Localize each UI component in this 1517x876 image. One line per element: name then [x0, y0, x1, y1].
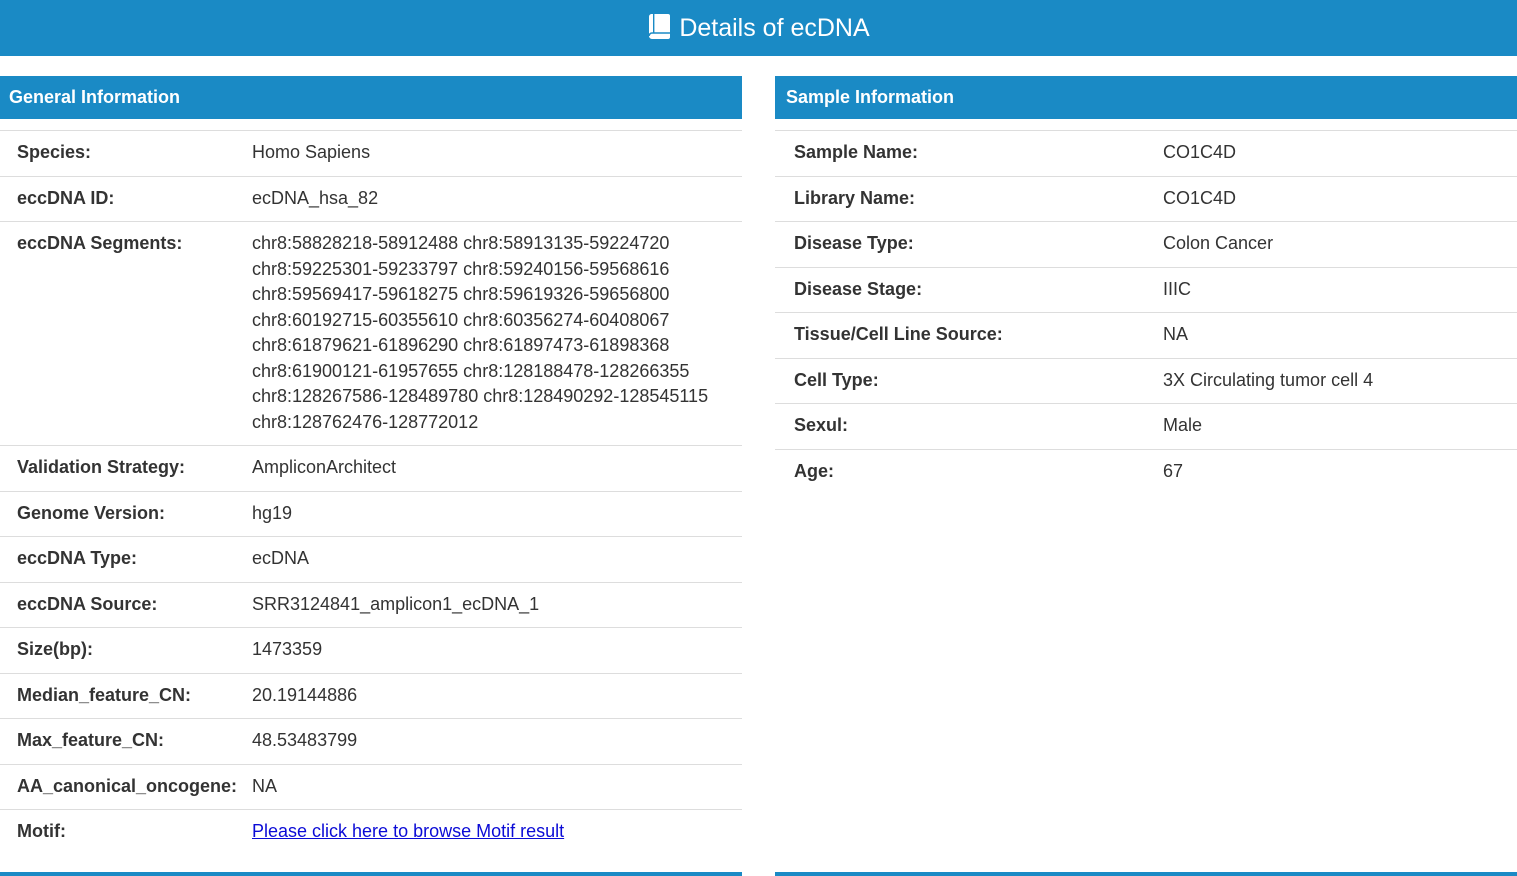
library-name-value: CO1C4D — [1163, 175, 1517, 222]
eccdna-id-label: eccDNA ID: — [0, 175, 252, 222]
motif-cell: Please click here to browse Motif result — [252, 809, 742, 855]
page-header: Details of ecDNA — [0, 0, 1517, 56]
table-row: AA_canonical_oncogene: NA — [0, 763, 742, 810]
table-row: Genome Version: hg19 — [0, 490, 742, 537]
eccdna-type-label: eccDNA Type: — [0, 536, 252, 582]
disease-stage-label: Disease Stage: — [775, 266, 1163, 313]
max-feature-cn-label: Max_feature_CN: — [0, 718, 252, 764]
cell-type-label: Cell Type: — [775, 357, 1163, 404]
genome-version-value: hg19 — [252, 490, 742, 537]
table-row: Disease Type: Colon Cancer — [775, 221, 1517, 267]
table-row: Max_feature_CN: 48.53483799 — [0, 718, 742, 764]
table-row: Species: Homo Sapiens — [0, 130, 742, 176]
eccdna-source-value: SRR3124841_amplicon1_ecDNA_1 — [252, 581, 742, 628]
size-bp-label: Size(bp): — [0, 627, 252, 673]
table-row: Median_feature_CN: 20.19144886 — [0, 672, 742, 719]
eccdna-segments-value: chr8:58828218-58912488 chr8:58913135-592… — [252, 233, 709, 432]
sample-information-panel: Sample Information Sample Name: CO1C4D L… — [775, 76, 1517, 494]
table-row: Tissue/Cell Line Source: NA — [775, 312, 1517, 358]
sexul-value: Male — [1163, 403, 1517, 449]
table-row: eccDNA Type: ecDNA — [0, 536, 742, 582]
library-name-label: Library Name: — [775, 175, 1163, 222]
motif-result-link[interactable]: Please click here to browse Motif result — [252, 821, 564, 841]
max-feature-cn-value: 48.53483799 — [252, 718, 742, 764]
table-row: Age: 67 — [775, 448, 1517, 494]
genome-version-label: Genome Version: — [0, 490, 252, 537]
general-information-table: Species: Homo Sapiens eccDNA ID: ecDNA_h… — [0, 130, 742, 855]
general-information-panel: General Information Species: Homo Sapien… — [0, 76, 742, 855]
sample-panel-bottom-border — [775, 872, 1517, 876]
sample-information-heading: Sample Information — [775, 76, 1517, 119]
book-icon — [647, 13, 671, 41]
validation-strategy-label: Validation Strategy: — [0, 445, 252, 491]
disease-type-value: Colon Cancer — [1163, 221, 1517, 267]
table-row: eccDNA ID: ecDNA_hsa_82 — [0, 175, 742, 222]
validation-strategy-value: AmpliconArchitect — [252, 445, 742, 491]
table-row: Validation Strategy: AmpliconArchitect — [0, 445, 742, 491]
eccdna-type-value: ecDNA — [252, 536, 742, 582]
size-bp-value: 1473359 — [252, 627, 742, 673]
age-value: 67 — [1163, 448, 1517, 494]
species-value: Homo Sapiens — [252, 130, 742, 176]
page-title: Details of ecDNA — [679, 13, 870, 42]
table-row: eccDNA Segments: chr8:58828218-58912488 … — [0, 221, 742, 446]
general-panel-bottom-border — [0, 872, 742, 876]
eccdna-source-label: eccDNA Source: — [0, 581, 252, 628]
table-row: Library Name: CO1C4D — [775, 175, 1517, 222]
age-label: Age: — [775, 448, 1163, 494]
tissue-cell-line-source-value: NA — [1163, 312, 1517, 358]
disease-type-label: Disease Type: — [775, 221, 1163, 267]
motif-label: Motif: — [0, 809, 252, 855]
median-feature-cn-value: 20.19144886 — [252, 672, 742, 719]
eccdna-id-value: ecDNA_hsa_82 — [252, 175, 742, 222]
eccdna-segments-label: eccDNA Segments: — [0, 221, 252, 446]
aa-canonical-oncogene-value: NA — [252, 763, 742, 810]
table-row: Cell Type: 3X Circulating tumor cell 4 — [775, 357, 1517, 404]
table-row: Motif: Please click here to browse Motif… — [0, 809, 742, 855]
aa-canonical-oncogene-label: AA_canonical_oncogene: — [0, 763, 252, 810]
cell-type-value: 3X Circulating tumor cell 4 — [1163, 357, 1517, 404]
species-label: Species: — [0, 130, 252, 176]
table-row: eccDNA Source: SRR3124841_amplicon1_ecDN… — [0, 581, 742, 628]
table-row: Disease Stage: IIIC — [775, 266, 1517, 313]
disease-stage-value: IIIC — [1163, 266, 1517, 313]
table-row: Sample Name: CO1C4D — [775, 130, 1517, 176]
tissue-cell-line-source-label: Tissue/Cell Line Source: — [775, 312, 1163, 358]
sample-name-value: CO1C4D — [1163, 130, 1517, 176]
table-row: Size(bp): 1473359 — [0, 627, 742, 673]
eccdna-segments-cell: chr8:58828218-58912488 chr8:58913135-592… — [252, 221, 742, 446]
sexul-label: Sexul: — [775, 403, 1163, 449]
median-feature-cn-label: Median_feature_CN: — [0, 672, 252, 719]
table-row: Sexul: Male — [775, 403, 1517, 449]
sample-information-table: Sample Name: CO1C4D Library Name: CO1C4D… — [775, 130, 1517, 494]
general-information-heading: General Information — [0, 76, 742, 119]
sample-name-label: Sample Name: — [775, 130, 1163, 176]
